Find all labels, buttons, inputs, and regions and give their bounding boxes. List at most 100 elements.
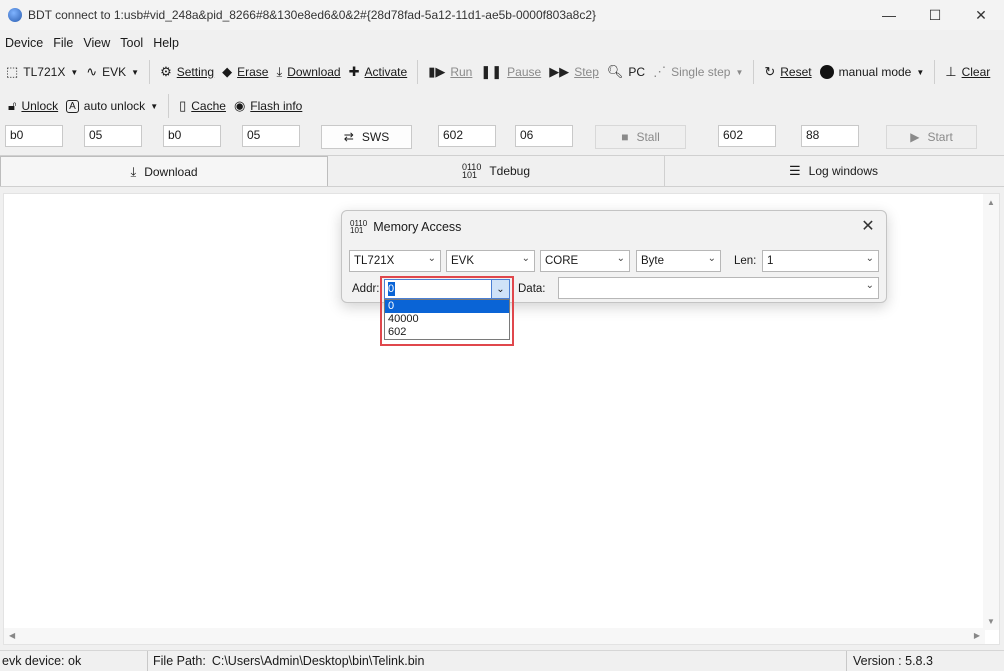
auto-unlock-select[interactable]: A auto unlock ▼ [62, 93, 162, 119]
step-button[interactable]: ▶▶ Step [545, 59, 603, 85]
chevron-down-icon: ⌄ [865, 280, 874, 291]
chevron-down-icon: ⌄ [616, 253, 625, 264]
clear-button[interactable]: ⊥ Clear [941, 59, 994, 85]
field-5[interactable]: 602 [438, 125, 496, 147]
addr-option[interactable]: 40000 [385, 313, 509, 326]
field-7[interactable]: 602 [718, 125, 776, 147]
chevron-down-icon: ⌄ [865, 253, 874, 264]
len-select[interactable]: 1 ⌄ [762, 250, 879, 272]
addr-option[interactable]: 602 [385, 326, 509, 339]
auto-unlock-icon: A [66, 99, 79, 113]
run-icon: ▮▶ [428, 64, 446, 79]
unlock-button[interactable]: 🔓︎ Unlock [4, 93, 62, 119]
activate-button[interactable]: ✚ Activate [345, 59, 412, 85]
field-3[interactable]: b0 [163, 125, 221, 147]
menu-view[interactable]: View [78, 36, 115, 50]
scroll-down-icon[interactable]: ▼ [987, 617, 995, 626]
run-button[interactable]: ▮▶ Run [424, 59, 476, 85]
addr-label: Addr: [352, 283, 380, 295]
reset-button[interactable]: ↻ Reset [760, 59, 815, 85]
chip-select[interactable]: ⬚ TL721X ▼ [2, 59, 82, 85]
menu-help[interactable]: Help [148, 36, 184, 50]
file-path-value: C:\Users\Admin\Desktop\bin\Telink.bin [211, 654, 425, 668]
chevron-down-icon: ▼ [735, 67, 744, 77]
dialog-board-select[interactable]: EVK ⌄ [446, 250, 535, 272]
main-toolbar: ⬚ TL721X ▼ ∿ EVK ▼ ⚙ Setting ◆ Erase ⤓ D… [0, 57, 1004, 87]
refresh-icon: ↻ [764, 64, 776, 79]
lock-icon: 🔓︎ [8, 98, 17, 113]
sws-button[interactable]: ⇄ SWS [321, 125, 412, 149]
chevron-down-icon: ▼ [150, 101, 159, 111]
dialog-core-select[interactable]: CORE ⌄ [540, 250, 630, 272]
download-icon: ⤓ [130, 163, 137, 179]
vertical-scrollbar[interactable]: ▲ ▼ [983, 194, 999, 630]
board-select[interactable]: ∿ EVK ▼ [82, 59, 143, 85]
field-6[interactable]: 06 [515, 125, 573, 147]
chevron-down-icon: ⌄ [521, 253, 530, 264]
status-bar: evk device: ok File Path: C:\Users\Admin… [0, 650, 1004, 671]
field-2[interactable]: 05 [84, 125, 142, 147]
download-button[interactable]: ⤓ Download [272, 59, 344, 85]
tab-log-windows[interactable]: ☰ Log windows [665, 156, 1002, 186]
dialog-unit-select[interactable]: Byte ⌄ [636, 250, 721, 272]
minimize-button[interactable]: — [866, 0, 912, 30]
chevron-down-icon[interactable]: ⌄ [491, 280, 509, 298]
pause-button[interactable]: ❚❚ Pause [476, 59, 545, 85]
scroll-up-icon[interactable]: ▲ [987, 198, 995, 207]
menu-bar: Device File View Tool Help [0, 33, 184, 53]
chip-icon: ⬚ [6, 64, 19, 79]
horizontal-scrollbar[interactable]: ◀ ▶ [4, 628, 985, 644]
addr-combo[interactable]: 0 ⌄ [384, 279, 510, 299]
download-icon: ⤓ [276, 64, 283, 79]
plus-icon: ✚ [348, 64, 360, 79]
addr-value[interactable]: 0 [388, 282, 395, 296]
setting-button[interactable]: ⚙ Setting [156, 59, 218, 85]
secondary-toolbar: 🔓︎ Unlock A auto unlock ▼ ▯ Cache ◉ Flas… [0, 91, 1004, 121]
gear-icon: ⚙ [160, 64, 172, 79]
menu-file[interactable]: File [48, 36, 78, 50]
title-bar: BDT connect to 1:usb#vid_248a&pid_8266#8… [0, 0, 1004, 30]
menu-tool[interactable]: Tool [115, 36, 148, 50]
chevron-down-icon: ▼ [916, 67, 925, 77]
stall-button[interactable]: ■ Stall [595, 125, 686, 149]
data-select[interactable]: ⌄ [558, 277, 879, 299]
tab-download[interactable]: ⤓ Download [0, 156, 328, 186]
close-button[interactable]: ✕ [958, 0, 1004, 30]
field-4[interactable]: 05 [242, 125, 300, 147]
maximize-button[interactable]: ☐ [912, 0, 958, 30]
len-label: Len: [734, 255, 757, 267]
field-8[interactable]: 88 [801, 125, 859, 147]
flash-info-button[interactable]: ◉ Flash info [230, 93, 306, 119]
start-button[interactable]: ▶ Start [886, 125, 977, 149]
chevron-down-icon: ▼ [131, 67, 140, 77]
cache-button[interactable]: ▯ Cache [175, 93, 230, 119]
dialog-title-bar: 0110 101 Memory Access [350, 220, 461, 235]
mode-select[interactable]: manual mode ▼ [816, 59, 929, 85]
wave-icon: ∿ [86, 64, 98, 79]
sync-icon: ⇄ [343, 130, 354, 144]
mode-icon [819, 65, 834, 79]
pc-button[interactable]: 🔍︎ PC [603, 59, 649, 85]
dialog-chip-select[interactable]: TL721X ⌄ [349, 250, 441, 272]
field-1[interactable]: b0 [5, 125, 63, 147]
step-icon: ▶▶ [549, 64, 570, 79]
scroll-left-icon[interactable]: ◀ [9, 631, 15, 640]
single-step-button[interactable]: ⋰ Single step ▼ [649, 59, 747, 85]
app-icon [8, 8, 22, 22]
window-title: BDT connect to 1:usb#vid_248a&pid_8266#8… [28, 8, 597, 22]
footsteps-icon: ⋰ [653, 64, 667, 79]
menu-device[interactable]: Device [0, 36, 48, 50]
scroll-right-icon[interactable]: ▶ [974, 631, 980, 640]
erase-button[interactable]: ◆ Erase [218, 59, 272, 85]
sd-card-icon: ▯ [179, 98, 187, 113]
addr-option[interactable]: 0 [385, 300, 509, 313]
device-status: evk device: ok [0, 650, 148, 671]
separator [149, 60, 151, 84]
eye-icon: ◉ [233, 98, 246, 113]
chevron-down-icon: ⌄ [707, 253, 716, 264]
binary-search-icon: 0110 101 [461, 162, 482, 180]
file-path-segment: File Path: C:\Users\Admin\Desktop\bin\Te… [148, 650, 847, 671]
dialog-close-button[interactable]: ✕ [858, 216, 878, 236]
tab-tdebug[interactable]: 0110 101 Tdebug [328, 156, 665, 186]
stop-icon: ■ [621, 130, 629, 144]
